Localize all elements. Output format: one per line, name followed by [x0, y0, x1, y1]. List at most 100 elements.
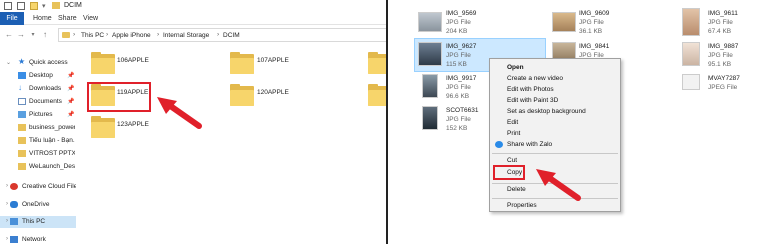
chevron-right-icon[interactable]: › [6, 201, 8, 207]
properties-check-icon[interactable] [17, 2, 25, 10]
thumbnail-image[interactable] [422, 106, 438, 130]
file-size: 36.1 KB [579, 28, 603, 35]
file-type: JPG File [446, 52, 471, 59]
file-name[interactable]: IMG_9841 [579, 43, 609, 50]
sidebar-item-this-pc[interactable]: › This PC [0, 216, 76, 228]
folder-icon [62, 32, 70, 38]
file-name[interactable]: IMG_9609 [579, 10, 609, 17]
tab-home[interactable]: Home [33, 12, 52, 25]
pictures-icon [18, 111, 26, 118]
file-name[interactable]: MVAY7287 [708, 75, 740, 82]
menu-item-print[interactable]: Print [507, 130, 520, 137]
sidebar-item-quick-access[interactable]: ⌄ ★ Quick access [0, 57, 76, 69]
thumbnail-image[interactable] [682, 42, 700, 66]
up-arrow-icon[interactable]: ↑ [40, 29, 50, 41]
file-size: 152 KB [446, 125, 468, 132]
sidebar-item-network[interactable]: › Network [0, 234, 76, 244]
chevron-right-icon[interactable]: › [6, 236, 8, 242]
tab-share[interactable]: Share [58, 12, 77, 25]
copy-highlight-box [493, 165, 525, 180]
sidebar-item-business-power[interactable]: business_power [0, 122, 76, 134]
menu-item-edit[interactable]: Edit [507, 119, 518, 126]
menu-item-open[interactable]: Open [507, 64, 524, 71]
quick-access-folder-icon[interactable] [4, 2, 12, 10]
back-arrow-icon[interactable]: ← [4, 29, 14, 41]
file-size: 204 KB [446, 28, 468, 35]
breadcrumb-internal-storage[interactable]: Internal Storage [163, 32, 209, 39]
sidebar-item-creative-cloud[interactable]: › Creative Cloud Files [0, 181, 76, 193]
forward-arrow-icon[interactable]: → [16, 29, 26, 41]
file-type: JPG File [446, 19, 471, 26]
folder-label[interactable]: 107APPLE [257, 57, 289, 64]
folder-icon [18, 124, 26, 131]
thumbnail-image[interactable] [418, 12, 442, 32]
network-icon [10, 236, 18, 243]
thumbnail-image[interactable] [422, 74, 438, 98]
folder-106apple[interactable] [91, 52, 115, 74]
folder-icon [52, 2, 60, 9]
menu-item-set-desktop-background[interactable]: Set as desktop background [507, 108, 586, 115]
quick-access-dropdown-icon[interactable]: ▾ [42, 2, 46, 10]
desktop-icon [18, 72, 26, 79]
tab-view[interactable]: View [83, 12, 98, 25]
folder-icon [18, 150, 26, 157]
menu-separator [492, 153, 618, 154]
file-name[interactable]: SCOT6631 [446, 107, 479, 114]
pin-icon: 📌 [67, 86, 75, 92]
file-tab[interactable]: File [0, 12, 24, 25]
new-folder-icon[interactable] [30, 2, 38, 10]
file-name[interactable]: IMG_9917 [446, 75, 476, 82]
folder-123apple[interactable] [91, 116, 115, 138]
menu-item-edit-paint3d[interactable]: Edit with Paint 3D [507, 97, 558, 104]
file-name[interactable]: IMG_9627 [446, 43, 476, 50]
sidebar-item-welaunch-design[interactable]: WeLaunch_Desig [0, 161, 76, 173]
breadcrumb-apple-iphone[interactable]: Apple iPhone [112, 32, 151, 39]
chevron-right-icon[interactable]: › [6, 183, 8, 189]
sidebar-item-documents[interactable]: Documents 📌 [0, 96, 76, 108]
sidebar-item-pictures[interactable]: Pictures 📌 [0, 109, 76, 121]
chevron-down-icon[interactable]: ⌄ [6, 59, 11, 66]
red-arrow-annotation [157, 97, 202, 129]
sidebar-item-downloads[interactable]: ↓ Downloads 📌 [0, 83, 76, 95]
file-size: 115 KB [446, 61, 467, 68]
folder-partial[interactable] [368, 52, 386, 74]
file-size: 96.6 KB [446, 93, 470, 100]
file-name[interactable]: IMG_9887 [708, 43, 738, 50]
thumbnail-image[interactable] [552, 12, 576, 32]
file-name[interactable]: IMG_9611 [708, 10, 738, 17]
onedrive-icon [10, 201, 18, 208]
sidebar-item-vitrost-pptx[interactable]: VITROST PPTX [0, 148, 76, 160]
menu-item-delete[interactable]: Delete [507, 186, 526, 193]
red-arrow-annotation [536, 169, 581, 201]
file-type: JPG File [708, 19, 733, 26]
menu-item-create-video[interactable]: Create a new video [507, 75, 563, 82]
menu-item-cut[interactable]: Cut [507, 157, 517, 164]
thumbnail-image[interactable] [418, 42, 442, 66]
sidebar-item-desktop[interactable]: Desktop 📌 [0, 70, 76, 82]
document-icon [18, 98, 26, 105]
folder-107apple[interactable] [230, 52, 254, 74]
address-box[interactable]: › This PC › Apple iPhone › Internal Stor… [58, 28, 386, 42]
menu-item-edit-photos[interactable]: Edit with Photos [507, 86, 554, 93]
menu-item-properties[interactable]: Properties [507, 202, 537, 209]
folder-label[interactable]: 120APPLE [257, 89, 289, 96]
folder-120apple[interactable] [230, 84, 254, 106]
breadcrumb-dcim[interactable]: DCIM [223, 32, 240, 39]
file-size: 95.1 KB [708, 61, 732, 68]
folder-label[interactable]: 106APPLE [117, 57, 149, 64]
file-name[interactable]: IMG_9569 [446, 10, 476, 17]
folder-partial[interactable] [368, 84, 386, 106]
sidebar-item-onedrive[interactable]: › OneDrive [0, 199, 76, 211]
sidebar-item-tieu-luan[interactable]: Tiểu luận - Bạn... [0, 135, 76, 147]
breadcrumb-this-pc[interactable]: This PC [81, 32, 104, 39]
thumbnail-image[interactable] [682, 74, 700, 90]
download-icon: ↓ [18, 83, 22, 92]
recent-dropdown-icon[interactable]: ▾ [28, 29, 38, 41]
highlight-box [87, 82, 151, 112]
zalo-icon [495, 141, 503, 148]
folder-label[interactable]: 123APPLE [117, 121, 149, 128]
chevron-right-icon[interactable]: › [6, 218, 8, 224]
thumbnail-image[interactable] [682, 8, 700, 36]
navigation-pane: ⌄ ★ Quick access Desktop 📌 ↓ Downloads 📌… [0, 45, 76, 244]
menu-item-share-zalo[interactable]: Share with Zalo [507, 141, 552, 148]
